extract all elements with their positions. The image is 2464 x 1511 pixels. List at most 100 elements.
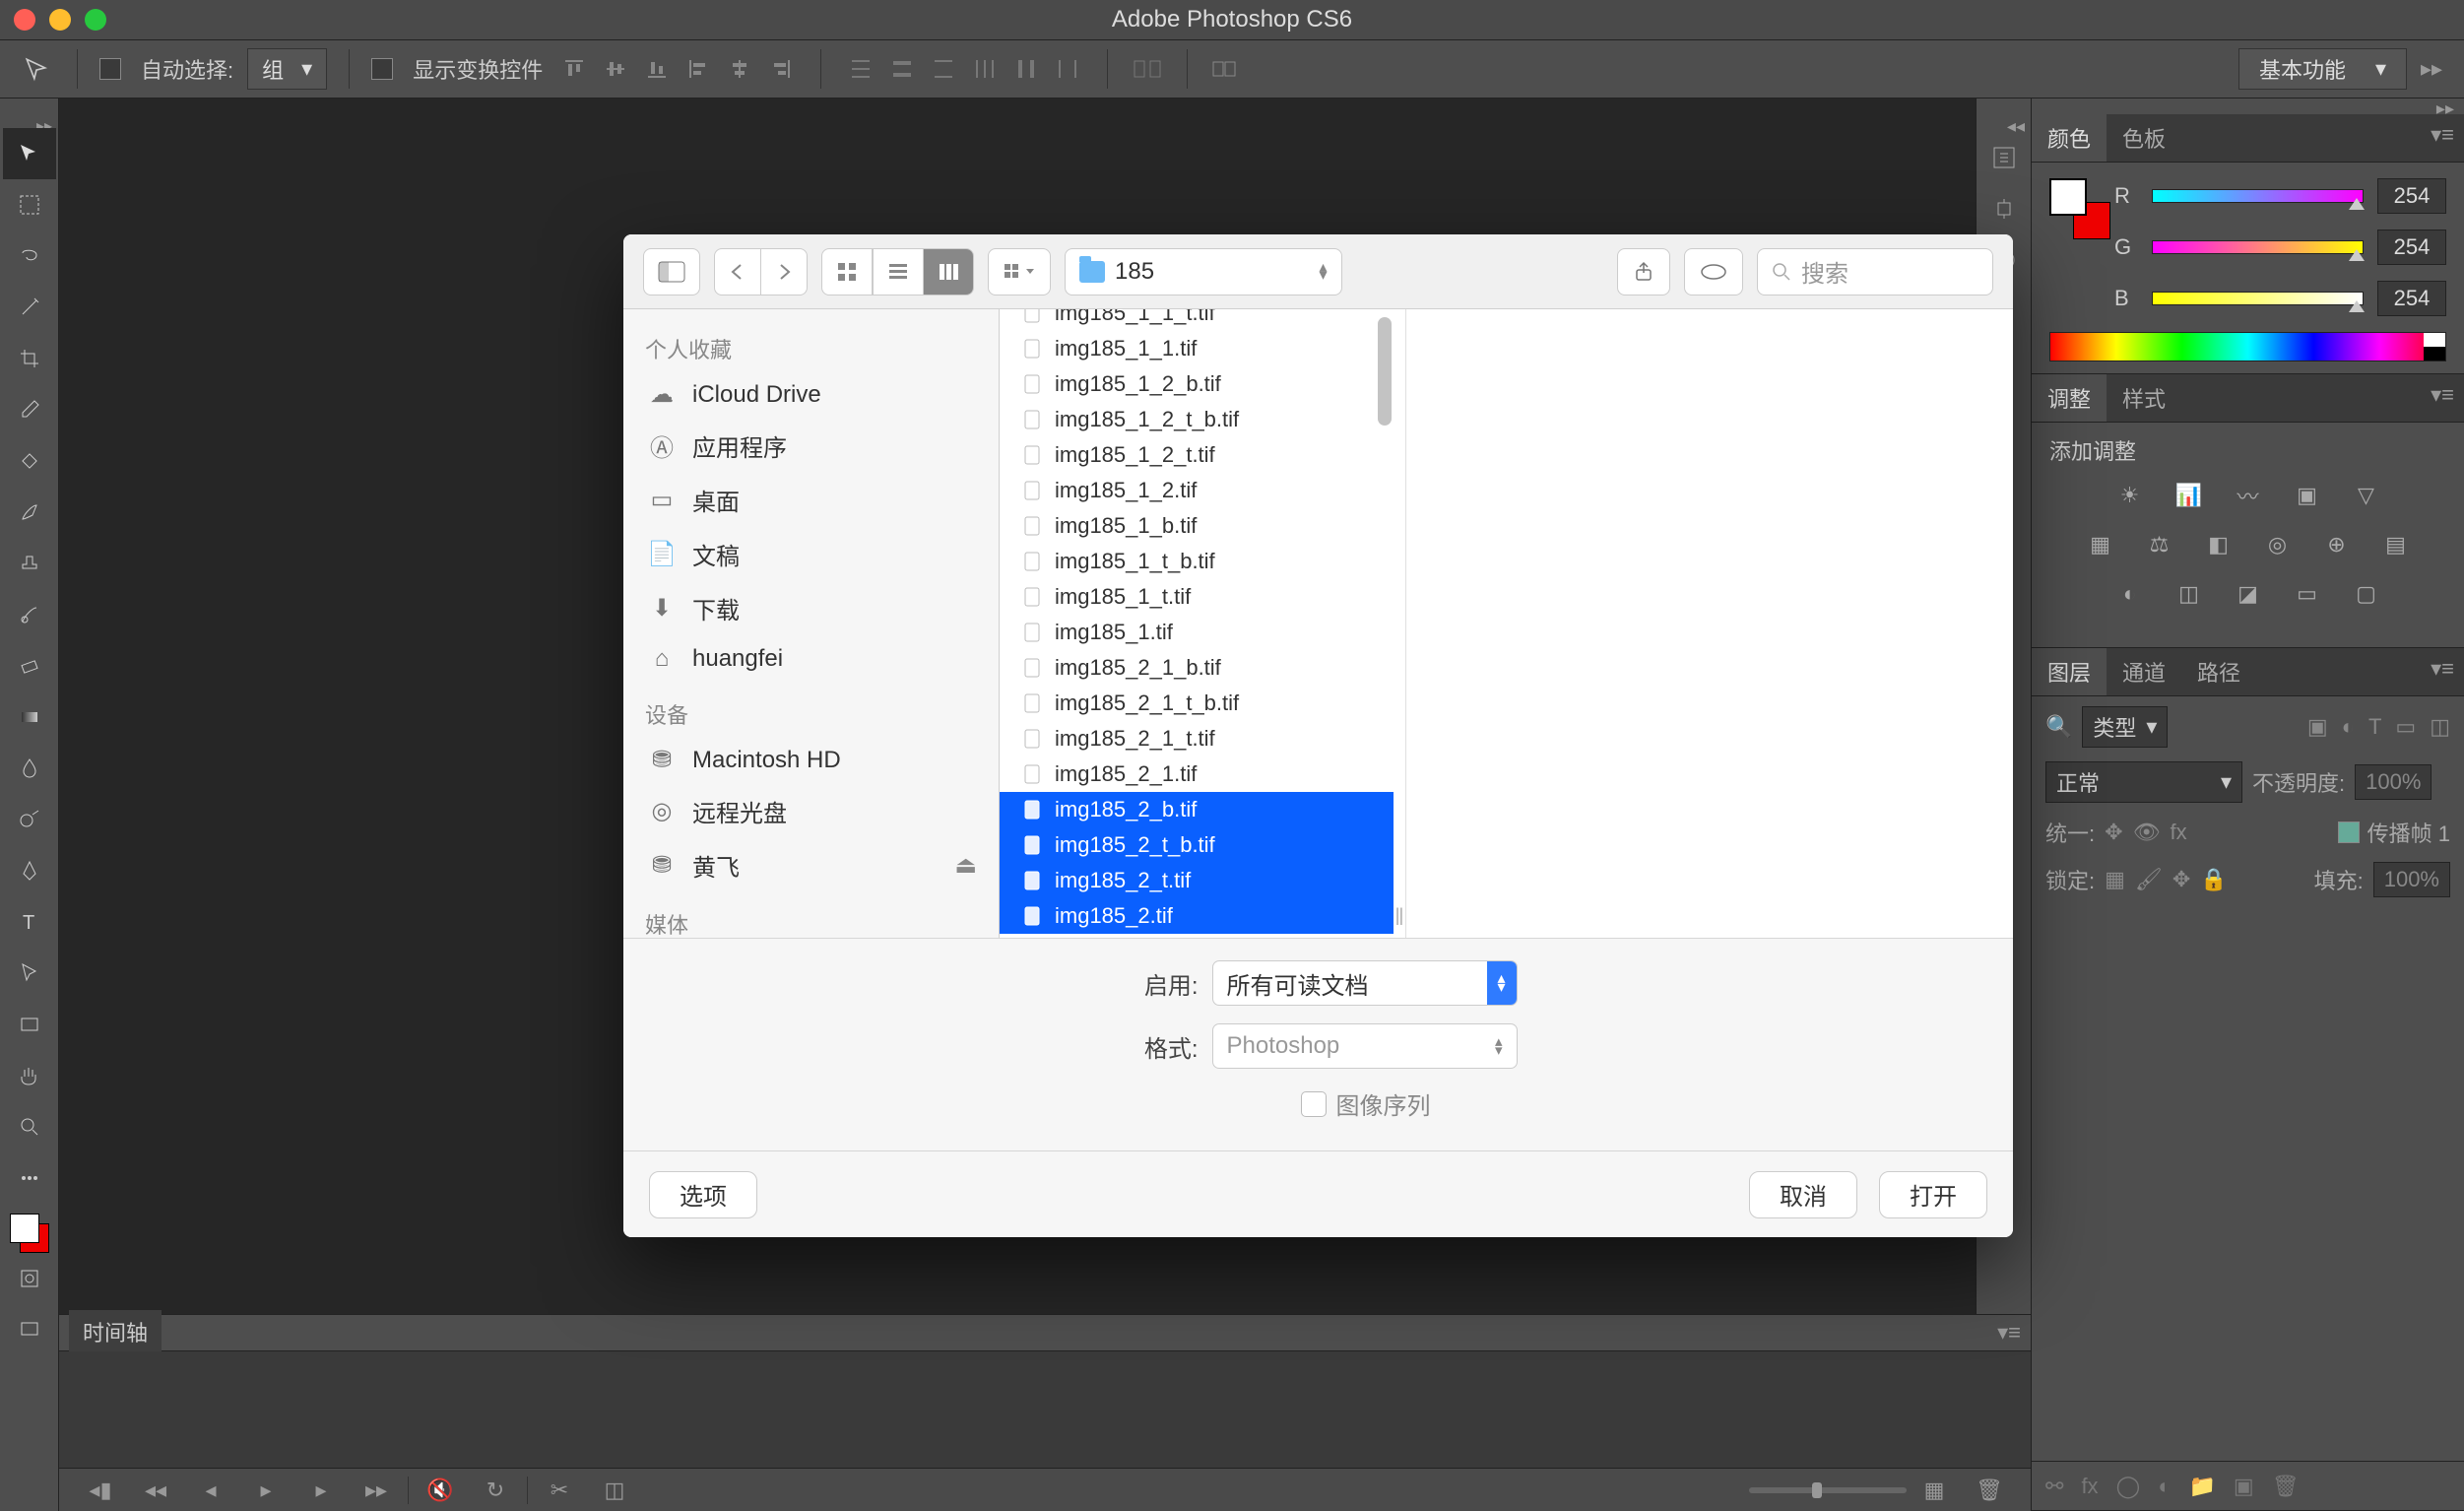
close-window-icon[interactable]	[14, 9, 35, 31]
options-button[interactable]: 选项	[649, 1171, 757, 1218]
file-row[interactable]: img185_1_1.tif	[1000, 331, 1394, 366]
goto-first-icon[interactable]: ◂▮	[73, 1473, 128, 1508]
file-row[interactable]: img185_1_t_b.tif	[1000, 544, 1394, 579]
history-panel-icon[interactable]	[1982, 132, 2026, 183]
path-dropdown[interactable]: 185 ▴▾	[1065, 248, 1342, 296]
type-tool[interactable]: T	[3, 896, 56, 948]
file-row[interactable]: img185_1_b.tif	[1000, 508, 1394, 544]
file-row[interactable]: img185_1_t.tif	[1000, 579, 1394, 615]
enable-dropdown[interactable]: 所有可读文档 ▴▾	[1212, 960, 1518, 1006]
bw-icon[interactable]: ◧	[2200, 529, 2237, 560]
fill-field[interactable]: 100%	[2373, 862, 2450, 897]
layers-tab[interactable]: 图层	[2032, 648, 2107, 695]
collapse-toolbox-icon[interactable]: ▸▸	[0, 116, 58, 128]
sidebar-item-icloud-drive[interactable]: ☁iCloud Drive	[623, 370, 999, 419]
new-layer-icon[interactable]: ▣	[2234, 1474, 2254, 1499]
audio-icon[interactable]: 🔇	[413, 1473, 468, 1508]
file-row[interactable]: img185_2.tif	[1000, 898, 1394, 934]
expand-panels-icon[interactable]: ▸▸	[2417, 54, 2446, 84]
mask-icon[interactable]: ◯	[2116, 1474, 2141, 1499]
file-row[interactable]: img185_1.tif	[1000, 615, 1394, 650]
file-row[interactable]: img185_2_1_b.tif	[1000, 650, 1394, 686]
file-row[interactable]: img185_1_1_t.tif	[1000, 309, 1394, 331]
paths-tab[interactable]: 路径	[2181, 648, 2256, 695]
threshold-icon[interactable]: ◪	[2230, 578, 2267, 610]
step-forward-icon[interactable]: ▸	[293, 1473, 349, 1508]
color-swatches[interactable]	[2049, 178, 2099, 228]
file-row[interactable]: img185_1_2_b.tif	[1000, 366, 1394, 402]
r-value[interactable]: 254	[2377, 178, 2446, 214]
gradientmap-icon[interactable]: ▭	[2289, 578, 2326, 610]
marquee-tool[interactable]	[3, 179, 56, 230]
blur-tool[interactable]	[3, 743, 56, 794]
align-bottom-icon[interactable]	[639, 51, 675, 87]
healing-tool[interactable]	[3, 435, 56, 487]
propagate-checkbox[interactable]	[2338, 821, 2360, 843]
channelmix-icon[interactable]: ⊕	[2318, 529, 2356, 560]
adjustments-tab[interactable]: 调整	[2032, 374, 2107, 422]
convert-icon[interactable]: ▦	[1907, 1473, 1962, 1508]
auto-align-icon[interactable]	[1130, 51, 1165, 87]
quickmask-tool[interactable]	[3, 1253, 56, 1304]
panel-menu-icon[interactable]: ▾≡	[2421, 648, 2464, 695]
gradient-tool[interactable]	[3, 691, 56, 743]
3d-mode-icon[interactable]	[1209, 56, 1239, 82]
align-left-icon[interactable]	[681, 51, 716, 87]
g-slider[interactable]	[2152, 240, 2364, 254]
photofilter-icon[interactable]: ◎	[2259, 529, 2297, 560]
styles-tab[interactable]: 样式	[2107, 374, 2181, 422]
file-row[interactable]: img185_2_1_t_b.tif	[1000, 686, 1394, 721]
balance-icon[interactable]: ⚖	[2141, 529, 2178, 560]
sidebar-item-下载[interactable]: ⬇下载	[623, 581, 999, 635]
b-slider[interactable]	[2152, 292, 2364, 305]
panel-menu-icon[interactable]: ▾≡	[1997, 1320, 2021, 1346]
transition-icon[interactable]: ◫	[587, 1473, 642, 1508]
unify-visibility-icon[interactable]: 👁	[2133, 820, 2161, 845]
r-slider[interactable]	[2152, 189, 2364, 203]
file-row[interactable]: img185_2_t_b.tif	[1000, 827, 1394, 863]
eject-icon[interactable]: ⏏	[954, 851, 977, 880]
cancel-button[interactable]: 取消	[1749, 1171, 1857, 1218]
filter-adjust-icon[interactable]: ◐	[2342, 714, 2355, 740]
auto-select-dropdown[interactable]: 组 ▾	[247, 48, 327, 90]
sidebar-toggle-button[interactable]	[643, 248, 700, 296]
foreground-swatch[interactable]	[10, 1214, 39, 1243]
b-value[interactable]: 254	[2377, 281, 2446, 316]
screen-mode-tool[interactable]	[3, 1304, 56, 1355]
shape-tool[interactable]	[3, 999, 56, 1050]
unify-position-icon[interactable]: ✥	[2105, 820, 2122, 845]
hue-icon[interactable]: ▦	[2082, 529, 2119, 560]
filter-type-icon[interactable]: T	[2368, 714, 2381, 740]
arrange-dropdown[interactable]	[988, 248, 1051, 296]
forward-button[interactable]	[761, 248, 808, 296]
g-value[interactable]: 254	[2377, 230, 2446, 265]
link-icon[interactable]: ⚯	[2045, 1474, 2063, 1499]
group-icon[interactable]: 📁	[2188, 1474, 2215, 1499]
distribute-right-icon[interactable]	[1050, 51, 1085, 87]
open-button[interactable]: 打开	[1879, 1171, 1987, 1218]
file-row[interactable]: img185_2_t.tif	[1000, 863, 1394, 898]
sidebar-item-macintosh-hd[interactable]: ⛃Macintosh HD	[623, 736, 999, 784]
zoom-tool[interactable]	[3, 1101, 56, 1152]
show-transform-checkbox[interactable]	[371, 58, 393, 80]
timeline-tab[interactable]: 时间轴	[69, 1310, 162, 1356]
distribute-top-icon[interactable]	[843, 51, 878, 87]
opacity-field[interactable]: 100%	[2355, 764, 2432, 800]
format-dropdown[interactable]: Photoshop ▴▾	[1212, 1023, 1518, 1069]
panel-menu-icon[interactable]: ▾≡	[2421, 374, 2464, 422]
distribute-left-icon[interactable]	[967, 51, 1003, 87]
play-icon[interactable]: ▸	[238, 1473, 293, 1508]
crop-tool[interactable]	[3, 333, 56, 384]
vibrance-icon[interactable]: ▽	[2348, 480, 2385, 511]
filter-smart-icon[interactable]: ◫	[2430, 714, 2450, 740]
align-hcenter-icon[interactable]	[722, 51, 757, 87]
collapse-panels-icon[interactable]: ▸▸	[2032, 99, 2464, 114]
column-resize-handle[interactable]: ‖	[1394, 309, 1405, 938]
file-row[interactable]: img185_1_2_t_b.tif	[1000, 402, 1394, 437]
search-field[interactable]: 搜索	[1757, 248, 1993, 296]
file-row[interactable]: img185_1_2.tif	[1000, 473, 1394, 508]
delete-icon[interactable]: 🗑	[1962, 1473, 2017, 1508]
brush-tool[interactable]	[3, 487, 56, 538]
lock-trans-icon[interactable]: ▦	[2105, 867, 2125, 892]
foreground-swatch[interactable]	[2049, 178, 2087, 216]
